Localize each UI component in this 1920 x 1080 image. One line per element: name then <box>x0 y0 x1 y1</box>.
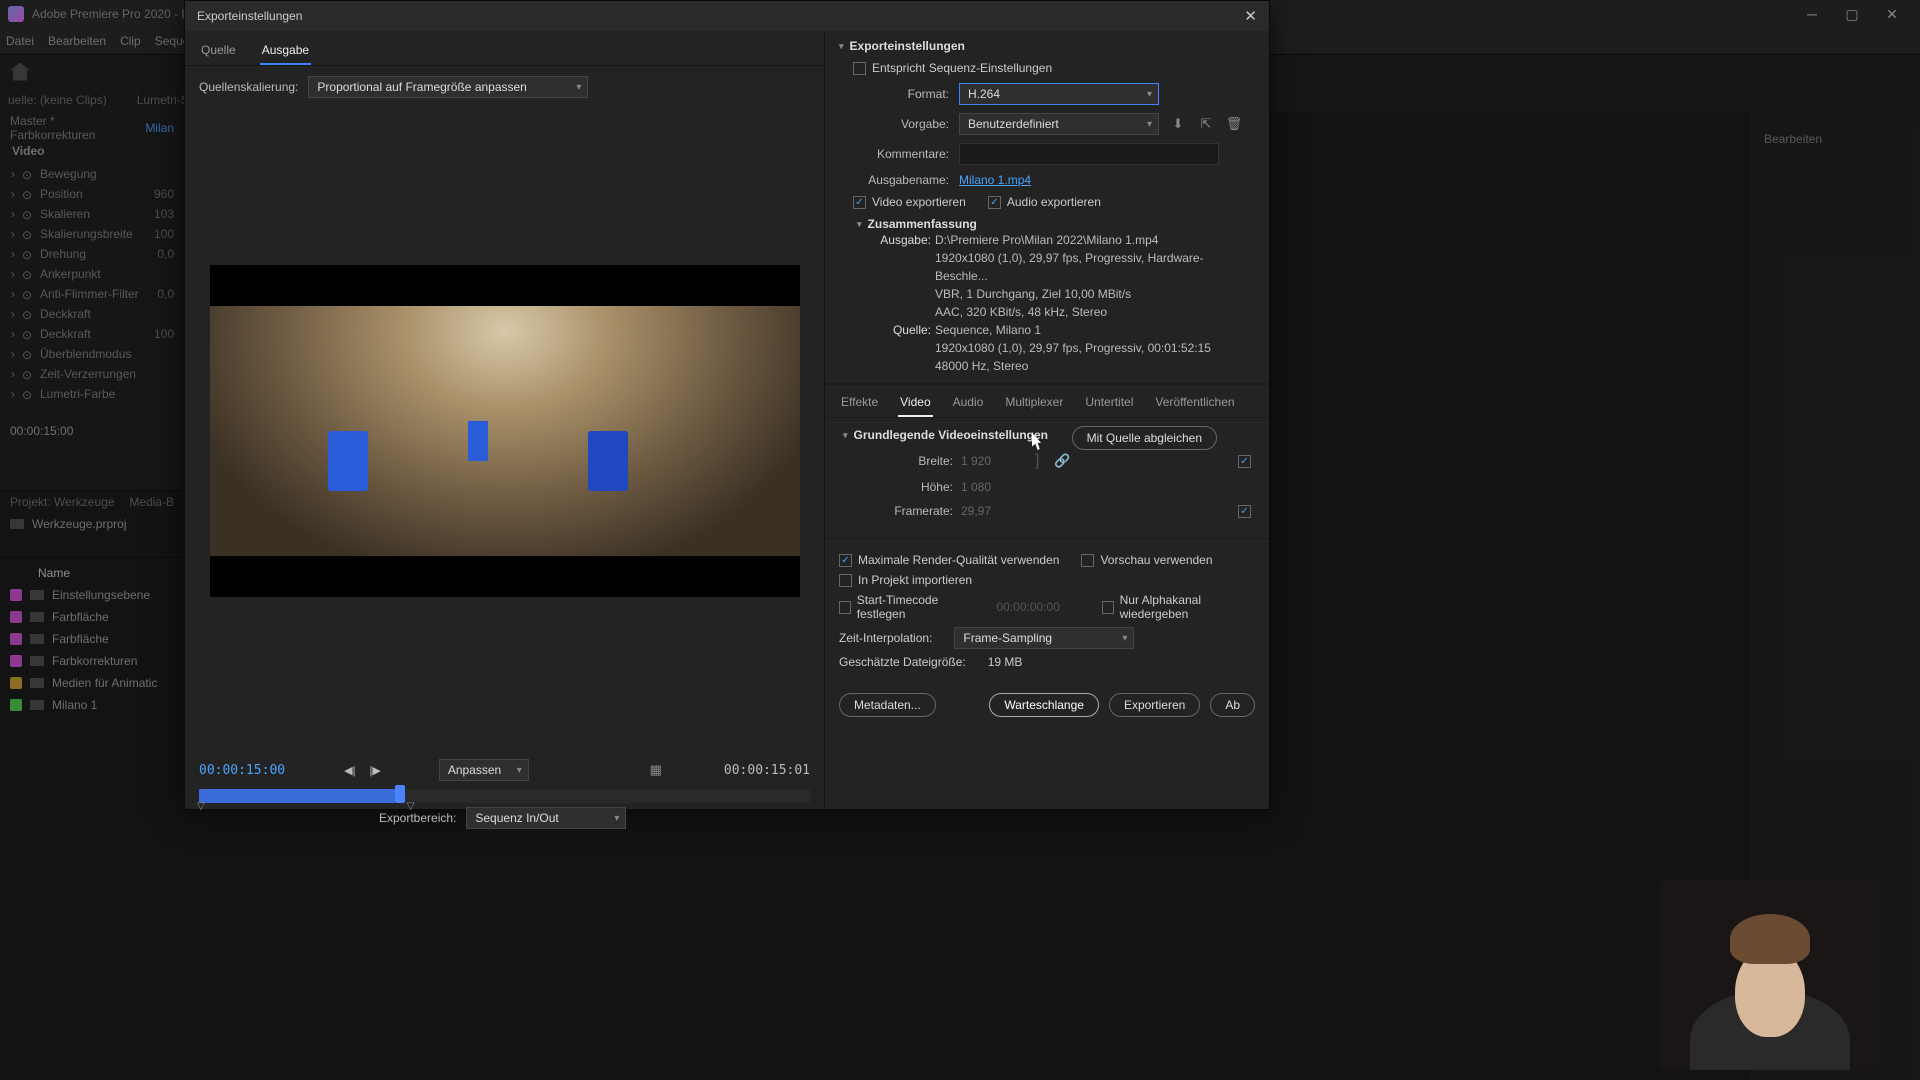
tab-video[interactable]: Video <box>898 391 932 417</box>
render-alpha-only-checkbox[interactable]: Nur Alphakanal wiedergeben <box>1102 593 1255 621</box>
comments-input[interactable] <box>959 143 1219 165</box>
timeline-slider[interactable]: ▽▽ <box>199 789 810 803</box>
close-icon[interactable]: ✕ <box>1244 7 1257 25</box>
dialog-title: Exporteinstellungen <box>197 9 302 23</box>
width-value[interactable]: 1 920 <box>961 454 1021 468</box>
estimated-size-value: 19 MB <box>988 655 1023 669</box>
time-interpolation-select[interactable]: Frame-Sampling <box>954 627 1134 649</box>
preview-monitor <box>210 265 800 597</box>
height-value[interactable]: 1 080 <box>961 480 1021 494</box>
estimated-size-label: Geschätzte Dateigröße: <box>839 655 966 669</box>
tab-captions[interactable]: Untertitel <box>1083 391 1135 417</box>
tab-publish[interactable]: Veröffentlichen <box>1153 391 1236 417</box>
timecode-in[interactable]: 00:00:15:00 <box>199 763 285 778</box>
tab-source[interactable]: Quelle <box>199 39 238 65</box>
set-start-timecode-checkbox[interactable]: Start-Timecode festlegen <box>839 593 975 621</box>
height-label: Höhe: <box>843 480 953 494</box>
source-scaling-label: Quellenskalierung: <box>199 80 298 94</box>
tab-output[interactable]: Ausgabe <box>260 39 311 65</box>
import-into-project-checkbox[interactable]: In Projekt importieren <box>839 573 972 587</box>
webcam-overlay <box>1660 880 1880 1070</box>
export-settings-dialog: Exporteinstellungen ✕ Quelle Ausgabe Que… <box>184 0 1270 810</box>
timecode-out: 00:00:15:01 <box>724 763 810 778</box>
link-icon[interactable]: 🔗 <box>1053 452 1071 470</box>
source-scaling-select[interactable]: Proportional auf Framegröße anpassen <box>308 76 588 98</box>
fit-select[interactable]: Anpassen <box>439 759 529 781</box>
format-select[interactable]: H.264 <box>959 83 1159 105</box>
tab-audio[interactable]: Audio <box>951 391 986 417</box>
import-preset-icon[interactable]: ⇱ <box>1197 115 1215 133</box>
match-source-button[interactable]: Mit Quelle abgleichen <box>1072 426 1217 450</box>
framerate-label: Framerate: <box>843 504 953 518</box>
width-match-checkbox[interactable] <box>1238 455 1251 468</box>
step-forward-button[interactable]: |▶ <box>370 764 381 777</box>
max-render-quality-checkbox[interactable]: Maximale Render-Qualität verwenden <box>839 553 1059 567</box>
export-settings-header[interactable]: Exporteinstellungen <box>839 39 1255 53</box>
export-button[interactable]: Exportieren <box>1109 693 1200 717</box>
save-preset-icon[interactable]: ⬇ <box>1169 115 1187 133</box>
format-label: Format: <box>839 87 949 101</box>
export-video-checkbox[interactable]: Video exportieren <box>853 195 966 209</box>
export-range-label: Exportbereich: <box>379 811 456 825</box>
summary-header[interactable]: Zusammenfassung <box>857 217 1255 231</box>
start-timecode-value: 00:00:00:00 <box>997 600 1060 614</box>
output-name-label: Ausgabename: <box>839 173 949 187</box>
framerate-value[interactable]: 29,97 <box>961 504 1021 518</box>
framerate-match-checkbox[interactable] <box>1238 505 1251 518</box>
queue-button[interactable]: Warteschlange <box>989 693 1099 717</box>
cancel-button[interactable]: Ab <box>1210 693 1255 717</box>
comments-label: Kommentare: <box>839 147 949 161</box>
preset-label: Vorgabe: <box>839 117 949 131</box>
tab-effects[interactable]: Effekte <box>839 391 880 417</box>
step-back-button[interactable]: ◀| <box>344 764 355 777</box>
delete-preset-icon[interactable]: 🗑 <box>1225 115 1243 133</box>
use-previews-checkbox[interactable]: Vorschau verwenden <box>1081 553 1212 567</box>
output-name-link[interactable]: Milano 1.mp4 <box>959 173 1031 187</box>
match-sequence-checkbox[interactable]: Entspricht Sequenz-Einstellungen <box>853 61 1052 75</box>
preset-select[interactable]: Benutzerdefiniert <box>959 113 1159 135</box>
aspect-ratio-icon[interactable]: ▦ <box>647 761 665 779</box>
width-label: Breite: <box>843 454 953 468</box>
metadata-button[interactable]: Metadaten... <box>839 693 936 717</box>
export-audio-checkbox[interactable]: Audio exportieren <box>988 195 1101 209</box>
tab-multiplexer[interactable]: Multiplexer <box>1003 391 1065 417</box>
export-range-select[interactable]: Sequenz In/Out <box>466 807 626 829</box>
time-interpolation-label: Zeit-Interpolation: <box>839 631 932 645</box>
